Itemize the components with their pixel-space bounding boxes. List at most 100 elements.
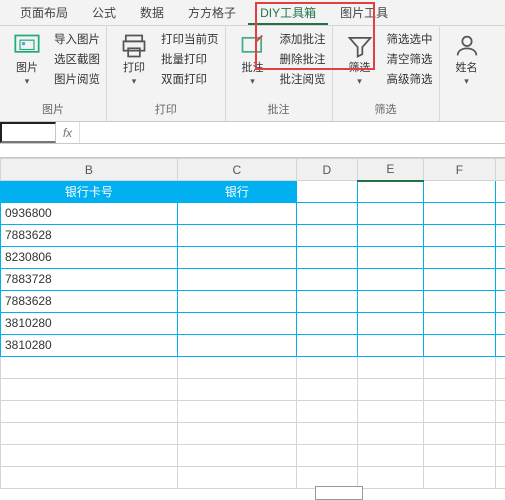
cell[interactable] (424, 203, 496, 225)
comment-dropdown-button[interactable]: 批注▾ (232, 30, 274, 90)
add-comment-button[interactable]: 添加批注 (280, 32, 326, 48)
import-picture-button[interactable]: 导入图片 (54, 32, 100, 48)
delete-comment-button[interactable]: 删除批注 (280, 52, 326, 68)
read-comment-button[interactable]: 批注阅览 (280, 72, 326, 88)
cell[interactable] (1, 445, 178, 467)
cell[interactable] (1, 379, 178, 401)
col-header-e[interactable]: E (357, 159, 423, 181)
picture-read-button[interactable]: 图片阅览 (54, 72, 100, 88)
cell[interactable] (357, 335, 423, 357)
cell[interactable] (357, 225, 423, 247)
cell[interactable] (297, 445, 358, 467)
cell[interactable] (495, 225, 505, 247)
cell[interactable]: 7883628 (1, 291, 178, 313)
cell[interactable] (297, 335, 358, 357)
cell[interactable] (177, 225, 296, 247)
cell[interactable]: 3810280 (1, 313, 178, 335)
cell[interactable] (297, 379, 358, 401)
fx-label[interactable]: fx (56, 122, 80, 143)
select-screenshot-button[interactable]: 选区截图 (54, 52, 100, 68)
cell[interactable]: 8230806 (1, 247, 178, 269)
cell[interactable] (357, 269, 423, 291)
tab-diy-toolbox[interactable]: DIY工具箱 (248, 0, 328, 25)
cell[interactable] (357, 445, 423, 467)
cell[interactable] (424, 225, 496, 247)
cell[interactable] (424, 313, 496, 335)
cell[interactable] (424, 467, 496, 489)
col-header-g[interactable]: G (495, 159, 505, 181)
cell[interactable] (297, 181, 358, 203)
tab-data[interactable]: 数据 (128, 0, 176, 25)
cell[interactable] (424, 445, 496, 467)
cell[interactable] (357, 379, 423, 401)
cell-header-bank[interactable]: 银行 (177, 181, 296, 203)
batch-print-button[interactable]: 批量打印 (161, 52, 219, 68)
tab-fangfang[interactable]: 方方格子 (176, 0, 248, 25)
cell[interactable] (495, 423, 505, 445)
cell[interactable] (357, 401, 423, 423)
cell[interactable] (495, 335, 505, 357)
cell[interactable] (495, 247, 505, 269)
tab-formulas[interactable]: 公式 (80, 0, 128, 25)
cell[interactable] (177, 357, 296, 379)
cell[interactable] (495, 357, 505, 379)
cell[interactable] (357, 291, 423, 313)
print-dropdown-button[interactable]: 打印▾ (113, 30, 155, 90)
cell[interactable] (357, 357, 423, 379)
cell[interactable]: 7883628 (1, 225, 178, 247)
cell-header-card[interactable]: 银行卡号 (1, 181, 178, 203)
cell[interactable] (177, 269, 296, 291)
cell[interactable] (357, 247, 423, 269)
cell[interactable] (495, 467, 505, 489)
cell[interactable] (297, 423, 358, 445)
picture-dropdown-button[interactable]: 图片▾ (6, 30, 48, 90)
cell[interactable] (495, 181, 505, 203)
cell[interactable] (357, 313, 423, 335)
cell[interactable] (495, 445, 505, 467)
cell[interactable] (424, 379, 496, 401)
name-dropdown-button[interactable]: 姓名▾ (446, 30, 488, 90)
cell[interactable] (495, 291, 505, 313)
cell[interactable] (177, 247, 296, 269)
cell[interactable]: 0936800 (1, 203, 178, 225)
cell[interactable] (495, 313, 505, 335)
cell[interactable] (177, 291, 296, 313)
tab-page-layout[interactable]: 页面布局 (8, 0, 80, 25)
cell[interactable] (177, 467, 296, 489)
cell[interactable] (495, 379, 505, 401)
col-header-d[interactable]: D (297, 159, 358, 181)
cell[interactable] (177, 401, 296, 423)
cell[interactable] (297, 291, 358, 313)
cell[interactable] (1, 467, 178, 489)
filter-in-selection-button[interactable]: 筛选选中 (387, 32, 433, 48)
formula-input[interactable] (80, 122, 505, 143)
name-box-input[interactable] (0, 122, 56, 143)
cell[interactable] (297, 269, 358, 291)
cell[interactable] (424, 269, 496, 291)
cell[interactable] (1, 357, 178, 379)
clear-filter-button[interactable]: 清空筛选 (387, 52, 433, 68)
tab-picture-tools[interactable]: 图片工具 (328, 0, 400, 25)
cell[interactable] (424, 401, 496, 423)
cell[interactable]: 3810280 (1, 335, 178, 357)
advanced-filter-button[interactable]: 高级筛选 (387, 72, 433, 88)
cell[interactable] (297, 313, 358, 335)
cell[interactable] (495, 203, 505, 225)
filter-dropdown-button[interactable]: 筛选▾ (339, 30, 381, 90)
cell[interactable] (177, 203, 296, 225)
cell[interactable] (495, 401, 505, 423)
cell[interactable]: 7883728 (1, 269, 178, 291)
cell[interactable] (177, 313, 296, 335)
cell[interactable] (424, 357, 496, 379)
col-header-b[interactable]: B (1, 159, 178, 181)
print-current-button[interactable]: 打印当前页 (161, 32, 219, 48)
cell[interactable] (297, 357, 358, 379)
sheet-tab-stub[interactable] (315, 486, 363, 500)
cell[interactable] (357, 181, 423, 203)
cell[interactable] (177, 445, 296, 467)
spreadsheet-grid[interactable]: B C D E F G 银行卡号 银行 0936800 7883628 8230… (0, 158, 505, 489)
cell[interactable] (357, 203, 423, 225)
cell[interactable] (424, 335, 496, 357)
cell[interactable] (424, 247, 496, 269)
cell[interactable] (177, 379, 296, 401)
